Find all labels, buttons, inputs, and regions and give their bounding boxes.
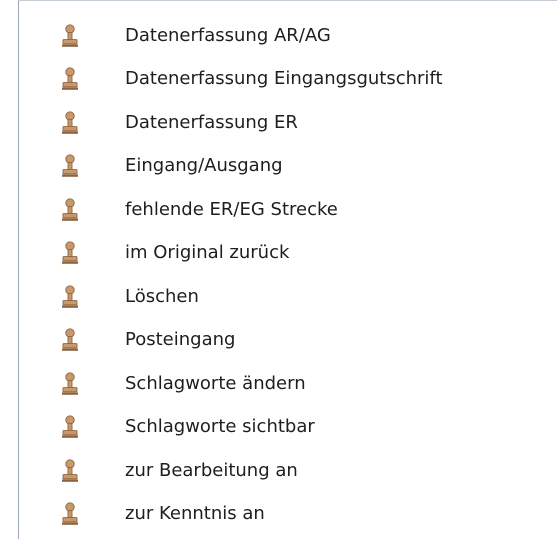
rubber-stamp-icon	[61, 241, 79, 265]
menu-item-label: fehlende ER/EG Strecke	[125, 198, 338, 220]
menu-item-label: im Original zurück	[125, 242, 290, 264]
menu-item-label: Datenerfassung ER	[125, 111, 298, 133]
menu-item-list: Datenerfassung AR/AG Datenerfassung Eing…	[19, 14, 557, 536]
menu-item-datenerfassung-ar-ag[interactable]: Datenerfassung AR/AG	[19, 14, 557, 58]
rubber-stamp-icon	[61, 67, 79, 91]
menu-item-label: Schlagworte ändern	[125, 372, 306, 394]
menu-item-zur-bearbeitung-an[interactable]: zur Bearbeitung an	[19, 449, 557, 493]
menu-item-datenerfassung-eingangsgutschrift[interactable]: Datenerfassung Eingangsgutschrift	[19, 58, 557, 102]
menu-item-schlagworte-aendern[interactable]: Schlagworte ändern	[19, 362, 557, 406]
rubber-stamp-icon	[61, 415, 79, 439]
menu-top-border	[18, 0, 557, 1]
rubber-stamp-icon	[61, 198, 79, 222]
rubber-stamp-icon	[61, 502, 79, 526]
menu-item-im-original-zurueck[interactable]: im Original zurück	[19, 232, 557, 276]
menu-item-posteingang[interactable]: Posteingang	[19, 319, 557, 363]
menu-item-label: Eingang/Ausgang	[125, 155, 283, 177]
menu-item-label: zur Bearbeitung an	[125, 459, 298, 481]
menu-item-label: zur Kenntnis an	[125, 503, 265, 525]
rubber-stamp-icon	[61, 111, 79, 135]
menu-item-zur-kenntnis-an[interactable]: zur Kenntnis an	[19, 493, 557, 537]
rubber-stamp-icon	[61, 24, 79, 48]
context-menu: Datenerfassung AR/AG Datenerfassung Eing…	[0, 0, 557, 539]
menu-item-label: Posteingang	[125, 329, 236, 351]
menu-item-label: Datenerfassung Eingangsgutschrift	[125, 68, 443, 90]
rubber-stamp-icon	[61, 372, 79, 396]
menu-item-label: Datenerfassung AR/AG	[125, 24, 331, 46]
menu-item-label: Schlagworte sichtbar	[125, 416, 315, 438]
rubber-stamp-icon	[61, 154, 79, 178]
menu-item-label: Löschen	[125, 285, 199, 307]
menu-item-fehlende-er-eg-strecke[interactable]: fehlende ER/EG Strecke	[19, 188, 557, 232]
menu-item-loeschen[interactable]: Löschen	[19, 275, 557, 319]
rubber-stamp-icon	[61, 285, 79, 309]
menu-item-schlagworte-sichtbar[interactable]: Schlagworte sichtbar	[19, 406, 557, 450]
rubber-stamp-icon	[61, 328, 79, 352]
menu-item-datenerfassung-er[interactable]: Datenerfassung ER	[19, 101, 557, 145]
menu-item-eingang-ausgang[interactable]: Eingang/Ausgang	[19, 145, 557, 189]
rubber-stamp-icon	[61, 459, 79, 483]
